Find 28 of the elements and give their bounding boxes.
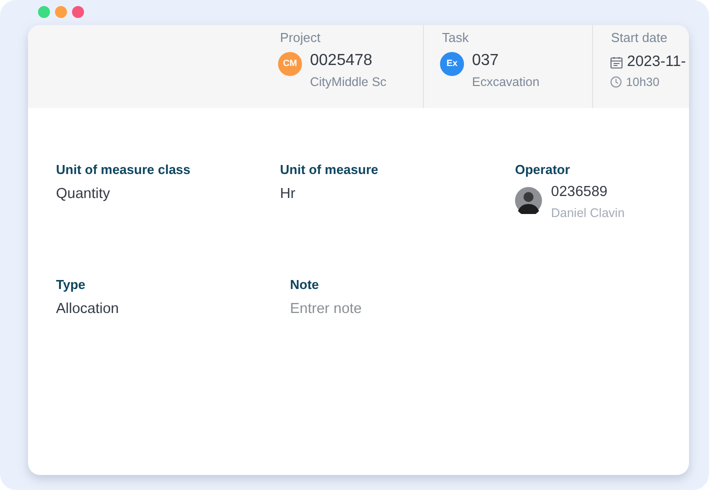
avatar-icon (515, 187, 542, 214)
code-text: 037 (472, 51, 500, 71)
window-control[interactable] (55, 6, 67, 18)
column-label: Start date (611, 30, 668, 46)
field-label: Operator (515, 162, 571, 178)
field-value: Quantity (56, 185, 110, 204)
column-label: Task (442, 30, 470, 46)
column-label: Project (280, 30, 322, 46)
field-label: Note (290, 277, 320, 293)
field-label: Unit of measure (280, 162, 380, 178)
name-text: Ecxcavation (472, 74, 540, 91)
clock-icon (610, 76, 622, 88)
initials-badge: CM (278, 52, 302, 76)
field-value: Allocation (56, 300, 119, 319)
field-label: Unit of measure class (56, 162, 192, 178)
calendar-icon (610, 56, 623, 68)
window-control[interactable] (72, 6, 84, 18)
time-text: 10h30 (626, 74, 660, 90)
operator-name: Daniel Clavin (551, 205, 625, 222)
name-text: CityMiddle Sc (310, 74, 386, 91)
code-text: 0025478 (310, 51, 374, 71)
field-value: Hr (280, 185, 296, 204)
field-label: Type (56, 277, 86, 293)
initials-badge: Ex (440, 52, 464, 76)
note-field[interactable]: Entrer note (290, 299, 490, 319)
operator-code: 0236589 (551, 183, 608, 202)
window-control[interactable] (38, 6, 50, 18)
date-text: 2023-11- (627, 52, 686, 72)
